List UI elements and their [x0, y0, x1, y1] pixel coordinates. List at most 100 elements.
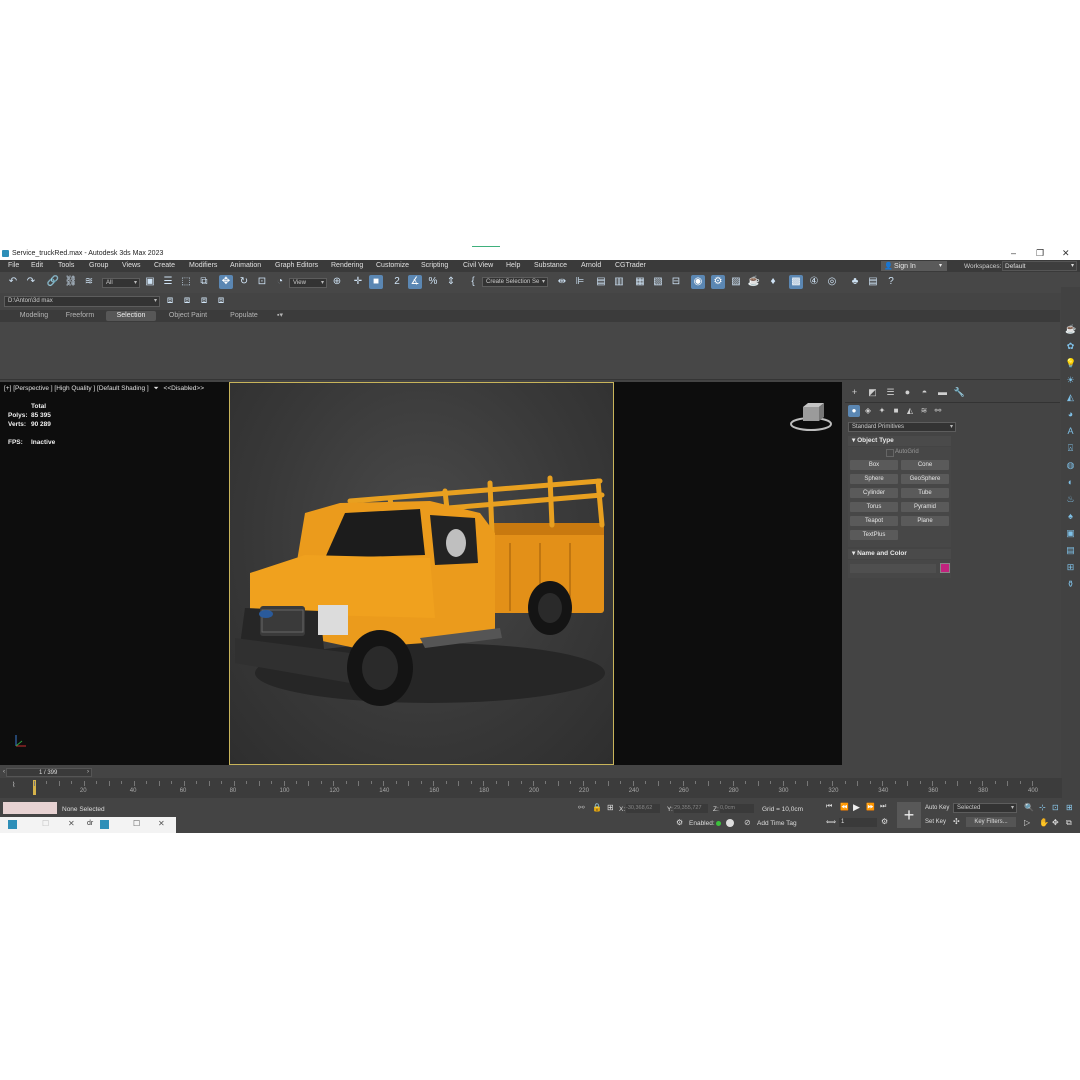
- move-icon[interactable]: ✥: [219, 275, 233, 289]
- shapes-icon[interactable]: ◈: [862, 405, 874, 417]
- mirror-icon[interactable]: ⇹: [555, 275, 569, 289]
- maximize-viewport-icon[interactable]: ⧉: [1066, 818, 1072, 828]
- tab-freeform[interactable]: Freeform: [60, 311, 100, 321]
- restore-icon[interactable]: ❐: [1036, 248, 1044, 259]
- rotate-icon[interactable]: ↻: [237, 275, 251, 289]
- prev-frame-icon[interactable]: ‹: [3, 769, 5, 775]
- menu-graph-editors[interactable]: Graph Editors: [275, 262, 318, 269]
- rect-selection-icon[interactable]: ⬚: [179, 275, 193, 289]
- absolute-mode-icon[interactable]: ⊞: [607, 803, 614, 812]
- y-coordinate-field[interactable]: 29,355,727: [674, 804, 708, 813]
- ribbon-options-icon[interactable]: ▪▾: [272, 311, 288, 321]
- sun-icon[interactable]: ☀: [1065, 375, 1076, 386]
- pyramid-button[interactable]: Pyramid: [901, 502, 949, 512]
- taskbar-item-icon[interactable]: dr: [87, 820, 93, 827]
- arnold-ipr-icon[interactable]: ④: [807, 275, 821, 289]
- modify-tab-icon[interactable]: ◩: [866, 386, 879, 399]
- camera-icon[interactable]: ◭: [1065, 392, 1076, 403]
- utilities-tab-icon[interactable]: ▬: [936, 386, 949, 399]
- menu-scripting[interactable]: Scripting: [421, 262, 448, 269]
- maxscript-listener[interactable]: [3, 802, 57, 814]
- layer-select-icon[interactable]: ⧈: [197, 294, 211, 308]
- light-icon[interactable]: 💡: [1065, 358, 1076, 369]
- goto-start-icon[interactable]: ⏮: [826, 803, 832, 811]
- track-bar[interactable]: ⌇ 20 40 60 80 100 120 140 160 180 200 220 240 260 280…: [0, 778, 1062, 798]
- panel-icon[interactable]: ▤: [1065, 545, 1076, 556]
- restore-icon[interactable]: ☐: [42, 819, 49, 828]
- pivot-center-icon[interactable]: ⊕: [330, 275, 344, 289]
- menu-create[interactable]: Create: [154, 262, 175, 269]
- globe-icon[interactable]: ◐: [1065, 477, 1076, 488]
- help-icon[interactable]: ?: [884, 275, 898, 289]
- link-icon[interactable]: 🔗: [46, 275, 60, 289]
- cameras-icon[interactable]: ■: [890, 405, 902, 417]
- frame-icon[interactable]: ▣: [1065, 528, 1076, 539]
- unlink-icon[interactable]: ⛓: [64, 275, 78, 289]
- viewport-perspective[interactable]: [+] [Perspective ] [High Quality ] [Defa…: [0, 382, 842, 765]
- menu-views[interactable]: Views: [122, 262, 141, 269]
- sphere-button[interactable]: Sphere: [850, 474, 898, 484]
- menu-group[interactable]: Group: [89, 262, 108, 269]
- bulb-icon[interactable]: ♨: [1065, 494, 1076, 505]
- bind-spacewarp-icon[interactable]: ≋: [82, 275, 96, 289]
- fov-icon[interactable]: ▷: [1024, 818, 1030, 827]
- arnold-render-icon[interactable]: ▩: [789, 275, 803, 289]
- menu-help[interactable]: Help: [506, 262, 520, 269]
- teapot-button[interactable]: Teapot: [850, 516, 898, 526]
- close-icon[interactable]: ✕: [1062, 248, 1070, 259]
- torus-button[interactable]: Torus: [850, 502, 898, 512]
- play-icon[interactable]: ▶: [853, 802, 860, 813]
- menu-file[interactable]: File: [8, 262, 19, 269]
- spacewarps-icon[interactable]: ≋: [918, 405, 930, 417]
- plane-button[interactable]: Plane: [901, 516, 949, 526]
- box-button[interactable]: Box: [850, 460, 898, 470]
- undo-icon[interactable]: ↶: [6, 275, 20, 289]
- project-folder-dropdown[interactable]: D:\Anton\3d max: [4, 296, 160, 307]
- display-tab-icon[interactable]: ◓: [918, 386, 931, 399]
- layer-current-icon[interactable]: ⧈: [214, 294, 228, 308]
- angle-snap-icon[interactable]: ∡: [408, 275, 422, 289]
- textplus-button[interactable]: TextPlus: [850, 530, 898, 540]
- toggle-ribbon-icon[interactable]: ▦: [633, 275, 647, 289]
- zoom-icon[interactable]: 🔍: [1024, 803, 1034, 812]
- geometry-icon[interactable]: ●: [848, 405, 860, 417]
- minimize-icon[interactable]: –: [1011, 248, 1016, 258]
- render-in-cloud-icon[interactable]: ♦: [766, 275, 780, 289]
- cylinder-button[interactable]: Cylinder: [850, 488, 898, 498]
- text-icon[interactable]: A: [1065, 426, 1076, 437]
- motion-tab-icon[interactable]: ●: [901, 386, 914, 399]
- x-coordinate-field[interactable]: -30,368,62: [626, 804, 660, 813]
- select-manipulate-icon[interactable]: ✛: [351, 275, 365, 289]
- zoom-extents-icon[interactable]: ⊡: [1052, 803, 1059, 812]
- prev-key-icon[interactable]: ⏪: [840, 803, 849, 811]
- menu-substance[interactable]: Substance: [534, 262, 567, 269]
- geosphere-button[interactable]: GeoSphere: [901, 474, 949, 484]
- autogrid-checkbox[interactable]: [886, 449, 894, 457]
- key-mode-icon[interactable]: ⟺: [826, 818, 836, 826]
- key-mode-dropdown[interactable]: Selected: [953, 803, 1017, 813]
- truck-model[interactable]: [230, 383, 613, 764]
- app-icon[interactable]: [8, 820, 17, 829]
- tab-selection[interactable]: Selection: [106, 311, 156, 321]
- toggle-scene-explorer-icon[interactable]: ▤: [594, 275, 608, 289]
- goto-end-icon[interactable]: ⏭: [880, 803, 886, 811]
- set-keys-button[interactable]: +: [897, 802, 921, 828]
- schematic-view-icon[interactable]: ⊟: [669, 275, 683, 289]
- menu-customize[interactable]: Customize: [376, 262, 409, 269]
- orbit-icon[interactable]: ✥: [1052, 818, 1059, 827]
- object-color-swatch[interactable]: [940, 563, 950, 573]
- named-selection-sets-dropdown[interactable]: Create Selection Se: [482, 277, 548, 287]
- time-configuration-icon[interactable]: ⚙: [881, 817, 888, 826]
- workspaces-dropdown[interactable]: Default ▾: [1002, 261, 1077, 271]
- key-filter-icon[interactable]: ✣: [953, 817, 960, 826]
- align-icon[interactable]: ⊫: [573, 275, 587, 289]
- menu-cgtrader[interactable]: CGTrader: [615, 262, 646, 269]
- current-frame-field[interactable]: 1: [839, 818, 877, 827]
- menu-tools[interactable]: Tools: [58, 262, 74, 269]
- next-frame-icon[interactable]: ›: [87, 769, 89, 775]
- pan-icon[interactable]: ✋: [1039, 818, 1049, 827]
- menu-edit[interactable]: Edit: [31, 262, 43, 269]
- curve-editor-mini-icon[interactable]: ⌇: [12, 781, 15, 789]
- selection-filter-dropdown[interactable]: All: [102, 278, 140, 288]
- cone-button[interactable]: Cone: [901, 460, 949, 470]
